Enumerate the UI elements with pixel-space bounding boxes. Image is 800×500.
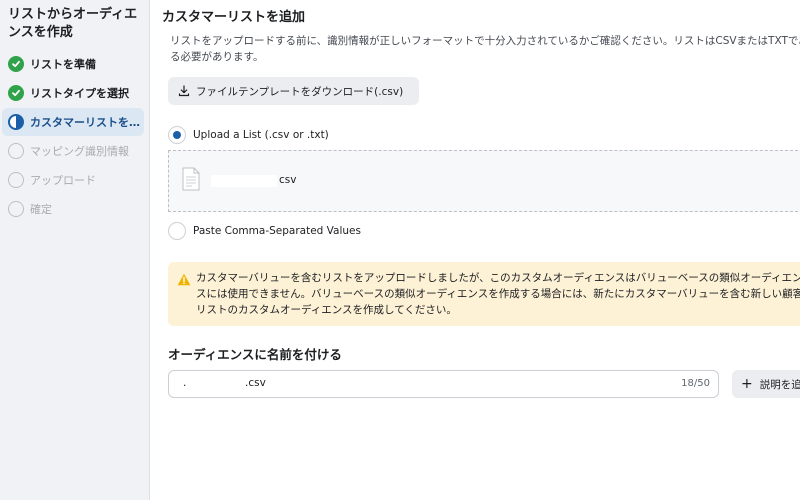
step-confirm: 確定: [2, 195, 144, 223]
step-label: アップロード: [30, 174, 96, 187]
add-description-button[interactable]: + 説明を追加: [732, 370, 800, 398]
half-circle-progress-icon: [8, 114, 24, 130]
sidebar-title: リストからオーディエンスを作成: [8, 7, 138, 40]
empty-circle-icon: [8, 143, 24, 159]
check-circle-icon: [8, 56, 24, 72]
step-select-list-type[interactable]: リストタイプを選択: [2, 79, 144, 107]
audience-name-heading: オーディエンスに名前を付ける: [168, 347, 342, 362]
download-icon: [178, 85, 190, 97]
name-suffix: .csv: [245, 377, 266, 389]
name-prefix: .: [183, 377, 187, 389]
file-dropzone[interactable]: csv: [168, 150, 800, 212]
empty-circle-icon: [8, 201, 24, 217]
paste-values-label: Paste Comma-Separated Values: [193, 225, 361, 237]
name-redacted: [191, 379, 246, 391]
empty-circle-icon: [8, 172, 24, 188]
file-icon: [182, 167, 200, 191]
step-list: リストを準備 リストタイプを選択 カスタマーリストを… マッピング識別情報 アッ…: [2, 50, 144, 224]
step-label: カスタマーリストを…: [30, 116, 140, 129]
radio-button-checked[interactable]: [168, 126, 186, 144]
main-panel: カスタマーリストを追加 リストをアップロードする前に、識別情報が正しいフォーマッ…: [160, 0, 800, 500]
page-title: カスタマーリストを追加: [162, 10, 306, 25]
check-circle-icon: [8, 85, 24, 101]
plus-icon: +: [741, 376, 753, 392]
audience-name-input[interactable]: . .csv 18/50: [168, 370, 719, 398]
description-text: リストをアップロードする前に、識別情報が正しいフォーマットで十分入力されているか…: [170, 35, 800, 63]
upload-list-option[interactable]: Upload a List (.csv or .txt): [168, 126, 329, 144]
file-name-extension: csv: [279, 174, 297, 186]
radio-button-unchecked[interactable]: [168, 222, 186, 240]
warning-text: カスタマーバリューを含むリストをアップロードしましたが、このカスタムオーディエン…: [196, 272, 800, 316]
warning-icon: [177, 273, 191, 286]
step-add-customer-list[interactable]: カスタマーリストを…: [2, 108, 144, 136]
paste-values-option[interactable]: Paste Comma-Separated Values: [168, 222, 361, 240]
download-template-label: ファイルテンプレートをダウンロード(.csv): [196, 85, 404, 98]
warning-banner: カスタマーバリューを含むリストをアップロードしましたが、このカスタムオーディエン…: [168, 262, 800, 326]
add-description-label: 説明を追加: [759, 378, 800, 391]
step-label: 確定: [30, 203, 52, 216]
step-label: リストを準備: [30, 58, 96, 71]
sidebar: リストからオーディエンスを作成 リストを準備 リストタイプを選択 カスタマーリス…: [0, 0, 150, 500]
step-label: マッピング識別情報: [30, 145, 129, 158]
step-upload: アップロード: [2, 166, 144, 194]
step-prepare-list[interactable]: リストを準備: [2, 50, 144, 78]
step-map-identifiers: マッピング識別情報: [2, 137, 144, 165]
download-template-button[interactable]: ファイルテンプレートをダウンロード(.csv): [168, 77, 419, 105]
character-count: 18/50: [681, 378, 710, 389]
step-label: リストタイプを選択: [30, 87, 129, 100]
upload-list-label: Upload a List (.csv or .txt): [193, 129, 329, 141]
file-name-redacted: [211, 175, 277, 187]
